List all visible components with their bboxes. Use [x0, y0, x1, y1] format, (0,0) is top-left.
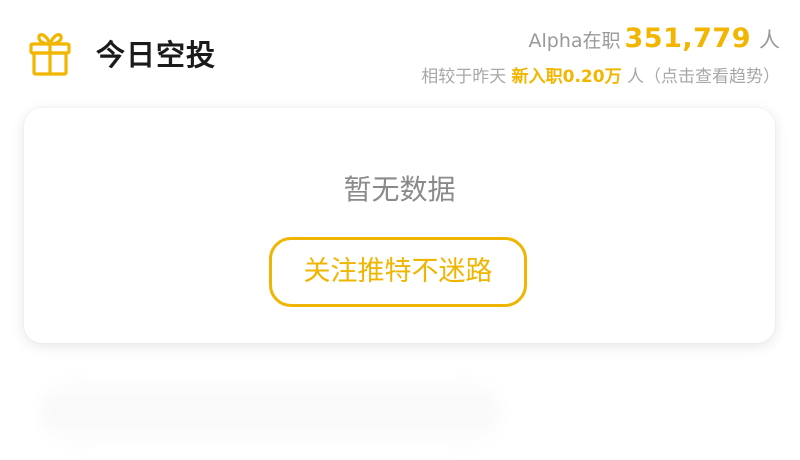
airdrop-page: 今日空投 Alpha在职 351,779 人 相较于昨天 新入职0.20万 人（点击…	[0, 0, 800, 460]
page-title: 今日空投	[96, 38, 217, 72]
gift-icon	[29, 33, 71, 76]
employee-count-line: Alpha在职 351,779 人	[421, 20, 780, 60]
employee-count: 351,779	[624, 23, 751, 54]
new-hire-value: 0.20万	[562, 67, 622, 87]
trend-prefix: 相较于昨天	[421, 67, 507, 87]
follow-twitter-button[interactable]: 关注推特不迷路	[269, 237, 527, 307]
new-hire-label: 新入职	[511, 67, 563, 87]
empty-state-text: 暂无数据	[343, 173, 456, 206]
employee-count-prefix: Alpha在职	[528, 30, 621, 52]
employee-count-unit: 人	[759, 28, 780, 52]
placeholder-shadow	[40, 372, 500, 452]
trend-line[interactable]: 相较于昨天 新入职0.20万 人（点击查看趋势）	[421, 62, 780, 92]
trend-link[interactable]: 人（点击查看趋势）	[627, 67, 780, 87]
airdrop-card: 暂无数据 关注推特不迷路	[24, 108, 775, 343]
header: 今日空投 Alpha在职 351,779 人 相较于昨天 新入职0.20万 人（点击…	[0, 0, 800, 110]
employee-stats[interactable]: Alpha在职 351,779 人 相较于昨天 新入职0.20万 人（点击查看趋势）	[421, 20, 780, 92]
